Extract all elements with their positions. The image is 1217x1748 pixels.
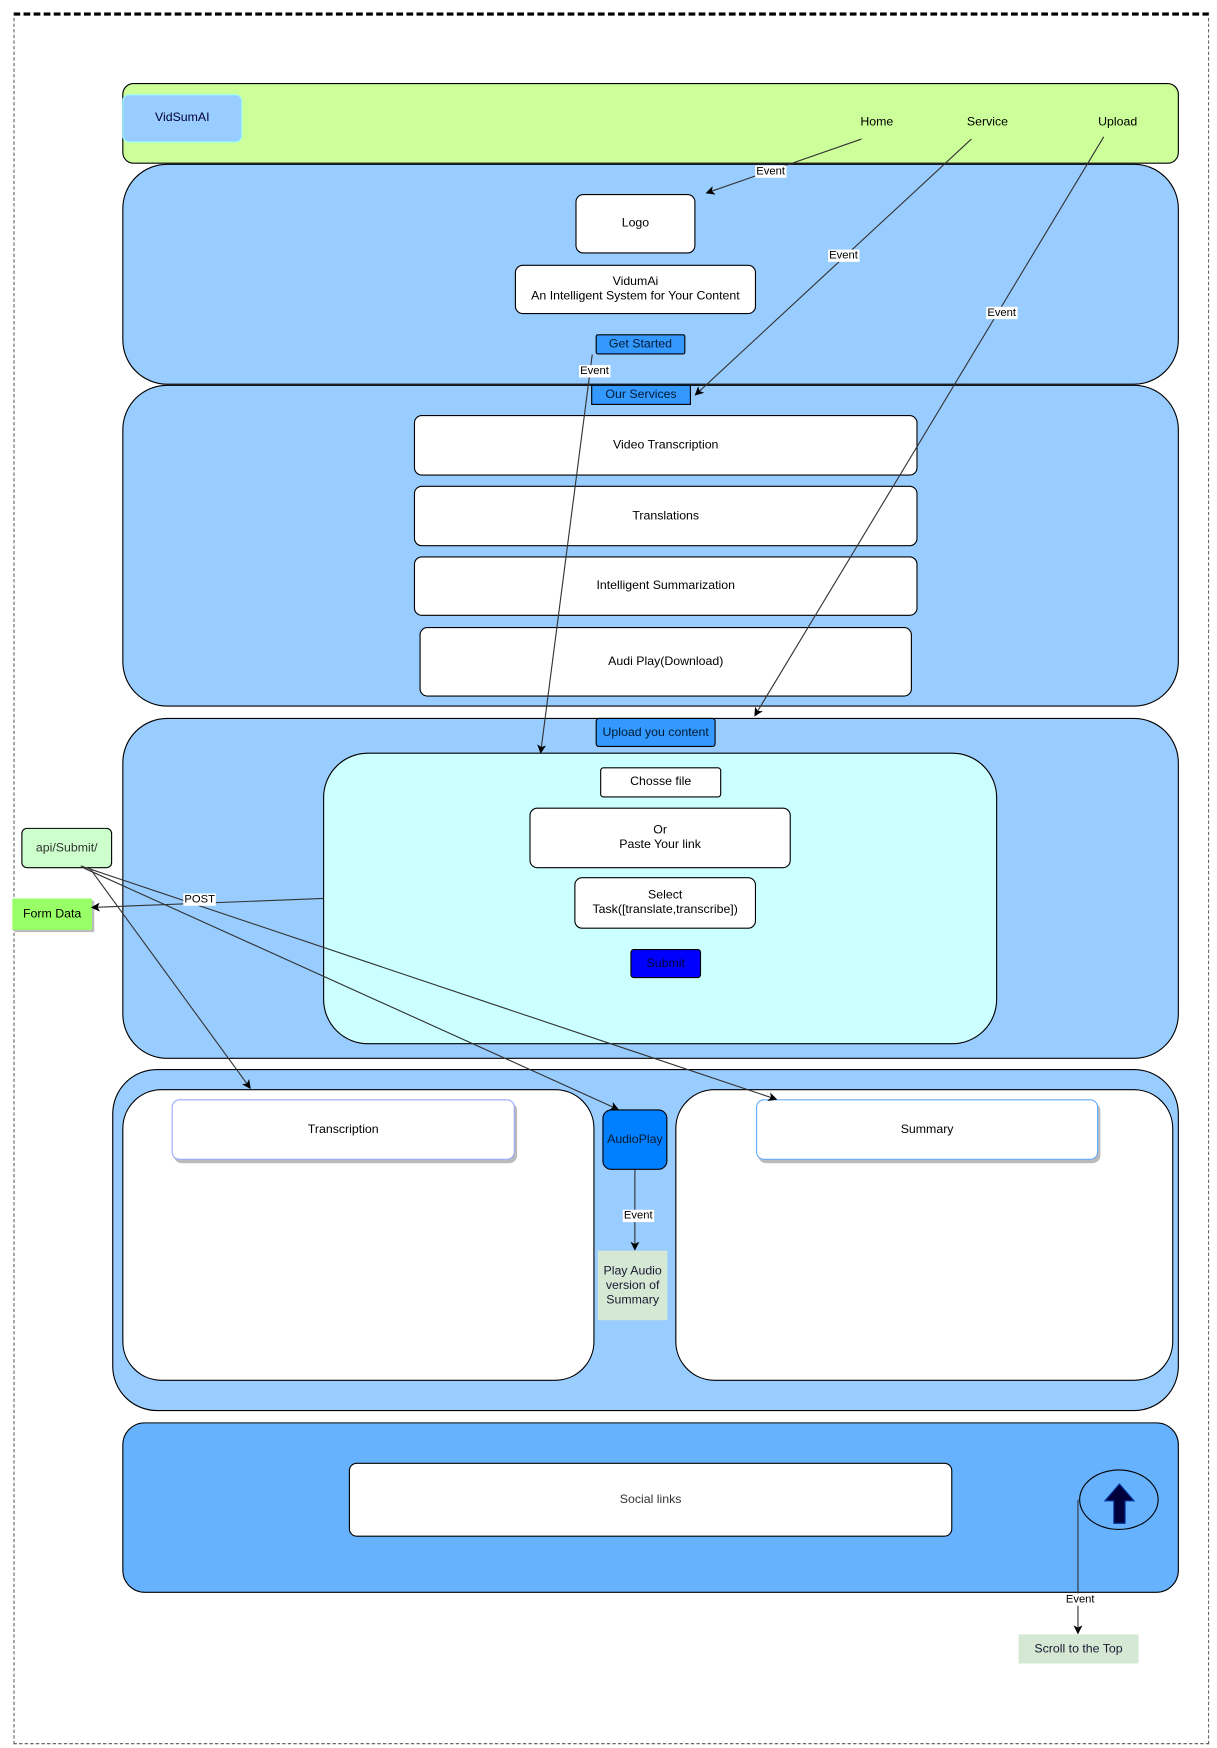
edge-api-transcription xyxy=(89,867,251,1089)
edge-label: Event xyxy=(755,165,787,178)
edge-label: Event xyxy=(1064,1593,1096,1606)
edge-api-audio xyxy=(83,867,620,1111)
edge-label-post: POST xyxy=(183,893,217,906)
edge-get-started xyxy=(537,354,593,754)
edges-layer xyxy=(80,136,1105,1635)
edge-service xyxy=(694,138,972,396)
edge-label: Event xyxy=(622,1209,654,1223)
edge-label: Event xyxy=(986,306,1018,320)
edge-label: Event xyxy=(828,249,859,262)
edge-upload xyxy=(754,136,1105,717)
edge-label: Event xyxy=(579,365,610,378)
